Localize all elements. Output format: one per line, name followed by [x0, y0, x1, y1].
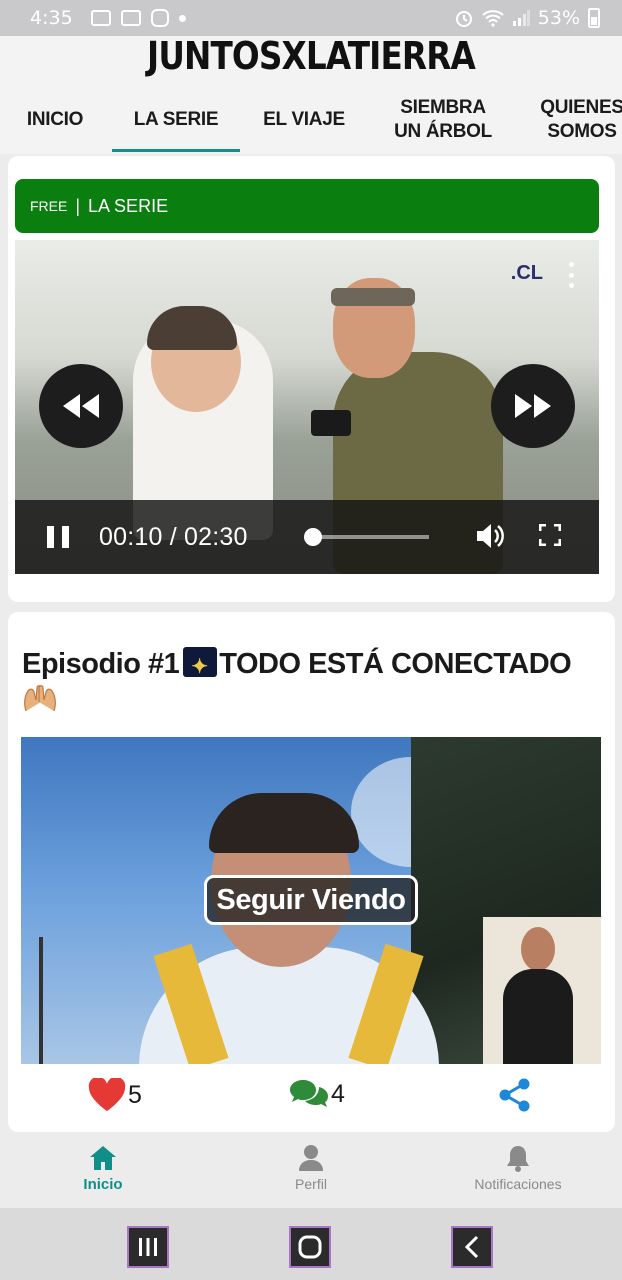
heart-icon: [88, 1078, 126, 1111]
fast-forward-button[interactable]: [491, 364, 575, 448]
fireworks-emoji-icon: [183, 647, 218, 685]
system-navigation-bar: [0, 1208, 622, 1280]
nav-tab-siembra-un-arbol[interactable]: SIEMBRA UN ÁRBOL: [378, 88, 508, 152]
section-badge: FREE | LA SERIE: [15, 179, 599, 233]
video-more-options-icon[interactable]: [569, 262, 575, 288]
badge-section-label: LA SERIE: [88, 195, 169, 216]
video-player[interactable]: .CL 00:10 / 02:30: [15, 240, 599, 574]
recent-apps-icon: [139, 1238, 157, 1256]
tab-notificaciones[interactable]: Notificaciones: [418, 1132, 618, 1208]
recent-apps-button[interactable]: [127, 1226, 169, 1268]
raised-hands-emoji-icon: [24, 685, 56, 712]
comments-icon: [290, 1080, 328, 1107]
nav-tab-quienes-somos[interactable]: QUIENES SOMOS: [522, 88, 622, 152]
tab-notificaciones-label: Notificaciones: [474, 1176, 562, 1192]
status-right: 53%: [454, 7, 600, 29]
rewind-icon: [63, 394, 99, 418]
seek-bar[interactable]: [304, 528, 429, 546]
signal-icon: [512, 10, 530, 26]
episode-actions: 5 4: [8, 1076, 615, 1120]
status-bar: 4:35 53%: [0, 0, 622, 36]
alarm-icon: [455, 11, 472, 27]
home-system-button[interactable]: [289, 1226, 331, 1268]
back-chevron-icon: [464, 1235, 479, 1259]
like-button[interactable]: 5: [88, 1078, 142, 1112]
status-time: 4:35: [30, 7, 73, 29]
channel-logo: .CL: [510, 262, 543, 284]
bottom-tab-bar: Inicio Perfil Notificaciones: [0, 1132, 622, 1208]
badge-separator: |: [75, 195, 81, 216]
gallery-notification-icon: [90, 10, 111, 26]
rewind-button[interactable]: [39, 364, 123, 448]
wifi-icon: [482, 10, 504, 27]
video-controls: 00:10 / 02:30: [15, 500, 599, 574]
tab-perfil[interactable]: Perfil: [211, 1132, 411, 1208]
app-header: JUNTOSXLATIERRA INICIO LA SERIE EL VIAJE…: [0, 34, 622, 154]
nav-tab-la-serie[interactable]: LA SERIE: [112, 88, 240, 152]
laptop-notification-icon: [120, 10, 141, 26]
comment-count: 4: [331, 1079, 345, 1108]
brand-title: JUNTOSXLATIERRA: [147, 34, 476, 78]
free-label: FREE: [30, 198, 68, 214]
episode-number: Episodio #1: [22, 648, 180, 680]
episode-name: TODO ESTÁ CONECTADO: [219, 648, 572, 680]
home-circle-icon: [298, 1235, 322, 1259]
volume-icon[interactable]: [475, 522, 505, 550]
like-count: 5: [128, 1080, 142, 1109]
home-icon: [90, 1146, 116, 1170]
instagram-notification-icon: [150, 9, 169, 27]
back-button[interactable]: [451, 1226, 493, 1268]
share-button[interactable]: [498, 1078, 532, 1112]
video-microphone: [311, 410, 351, 436]
nav-tab-el-viaje[interactable]: EL VIAJE: [244, 88, 364, 152]
sign-language-interpreter: [503, 923, 573, 1064]
nav-tab-inicio[interactable]: INICIO: [0, 88, 110, 152]
share-icon: [499, 1078, 530, 1112]
thumbnail-pole: [39, 937, 43, 1064]
bell-icon: [507, 1146, 529, 1172]
fast-forward-icon: [515, 394, 551, 418]
tab-inicio-label: Inicio: [83, 1176, 123, 1193]
status-notification-icons: [90, 9, 186, 27]
tab-perfil-label: Perfil: [295, 1176, 327, 1192]
seek-handle[interactable]: [304, 528, 323, 546]
video-time: 00:10 / 02:30: [99, 522, 248, 551]
video-interviewee-bandana: [331, 288, 415, 306]
thumbnail-hair: [209, 793, 359, 853]
more-notifications-dot-icon: [178, 14, 186, 22]
pause-button[interactable]: [47, 526, 69, 548]
featured-card: FREE | LA SERIE .CL 00:10 / 02:30: [8, 156, 615, 602]
battery-icon: [588, 8, 600, 28]
top-nav: INICIO LA SERIE EL VIAJE SIEMBRA UN ÁRBO…: [0, 88, 622, 152]
person-icon: [299, 1145, 323, 1171]
comment-button[interactable]: 4: [289, 1078, 345, 1110]
episode-title[interactable]: Episodio #1 TODO ESTÁ CONECTADO: [22, 646, 607, 718]
episode-thumbnail[interactable]: Seguir Viendo: [21, 737, 601, 1064]
tab-inicio[interactable]: Inicio: [3, 1132, 203, 1208]
fullscreen-icon[interactable]: [539, 524, 561, 546]
continue-watching-button[interactable]: Seguir Viendo: [204, 875, 418, 925]
episode-card: Episodio #1 TODO ESTÁ CONECTADO Seguir Vi…: [8, 612, 615, 1132]
battery-percent: 53%: [537, 7, 580, 29]
